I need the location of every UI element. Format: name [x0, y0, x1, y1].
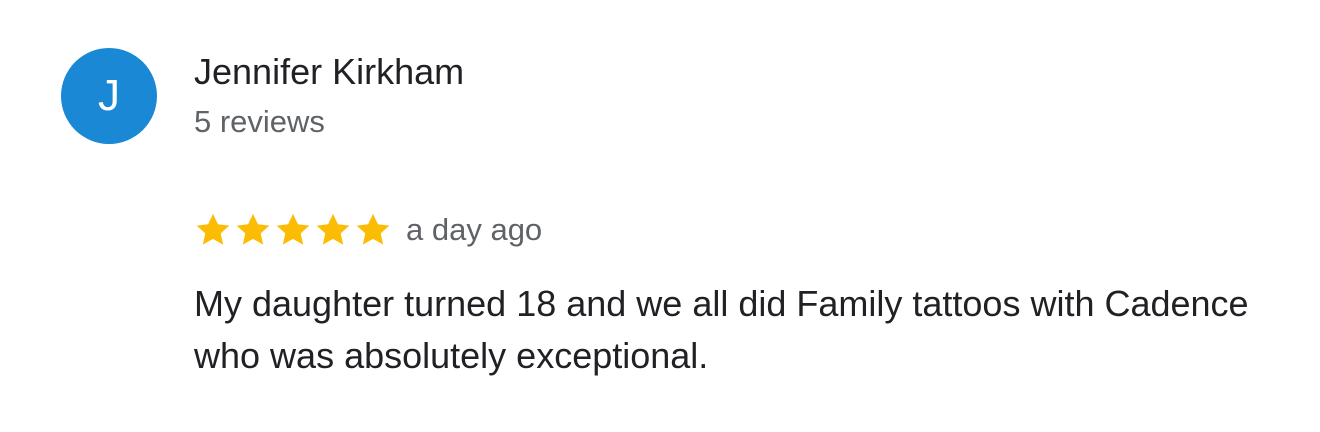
- review-timestamp: a day ago: [406, 212, 543, 247]
- avatar[interactable]: J: [61, 48, 157, 144]
- review-text: My daughter turned 18 and we all did Fam…: [194, 283, 1249, 376]
- author-name[interactable]: Jennifer Kirkham: [194, 50, 464, 94]
- avatar-initial: J: [98, 71, 120, 120]
- author-review-count[interactable]: 5 reviews: [194, 102, 325, 142]
- star-rating: [194, 211, 392, 249]
- review-card: J Jennifer Kirkham 5 reviews a day ago M…: [0, 0, 1320, 432]
- star-icon: [196, 213, 230, 245]
- star-icon: [236, 213, 270, 245]
- star-icon: [356, 213, 390, 245]
- rating-row: a day ago: [194, 208, 542, 252]
- star-icon: [316, 213, 350, 245]
- star-icon: [276, 213, 310, 245]
